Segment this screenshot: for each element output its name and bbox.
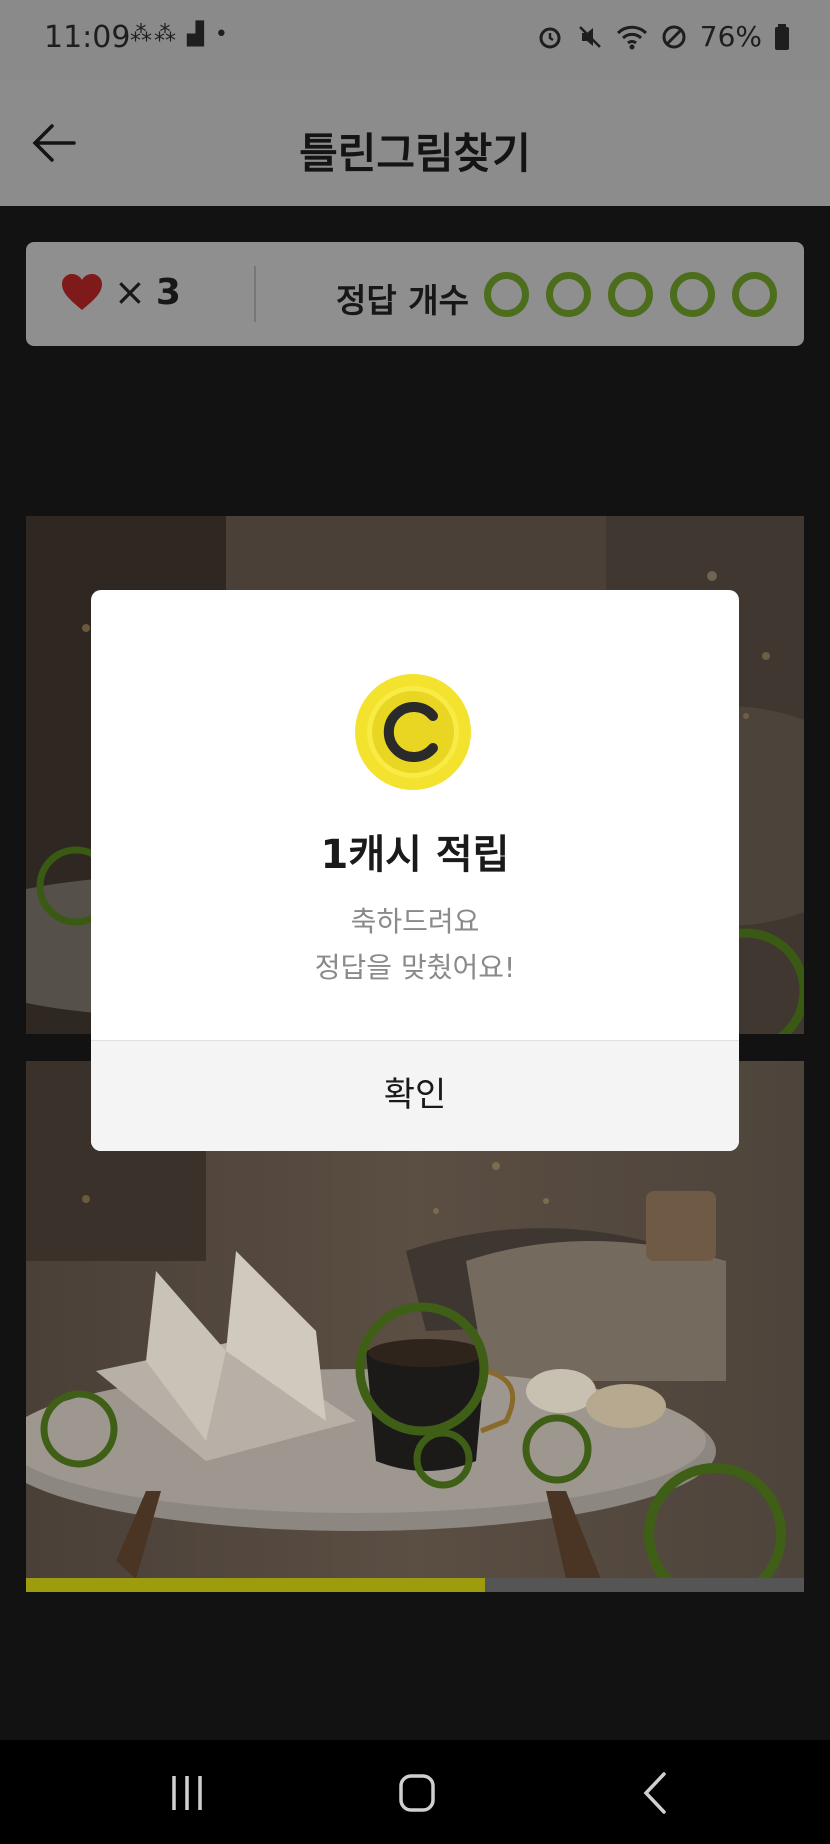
status-right: 76% bbox=[536, 20, 790, 53]
dialog-subtitle: 정답을 맞췄어요! bbox=[314, 951, 516, 984]
mute-icon bbox=[578, 25, 601, 48]
system-nav-bar bbox=[0, 1740, 830, 1844]
lives-multiplier: × bbox=[114, 270, 146, 314]
home-button[interactable] bbox=[392, 1770, 442, 1816]
alarm-icon bbox=[539, 27, 561, 48]
answer-indicator bbox=[546, 272, 591, 317]
reward-dialog: 1캐시 적립 축하드려요 정답을 맞췄어요! 확인 bbox=[91, 590, 739, 1151]
answer-indicator bbox=[484, 272, 529, 317]
home-icon bbox=[399, 1774, 435, 1812]
status-bar: 11:09 ⁂⁂ ▟ • 76% bbox=[0, 0, 830, 80]
page-title: 틀린그림찾기 bbox=[299, 129, 531, 178]
chevron-left-icon bbox=[643, 1772, 666, 1814]
battery-percent: 76% bbox=[699, 20, 762, 53]
recents-icon bbox=[172, 1776, 202, 1810]
battery-icon bbox=[775, 23, 789, 50]
cash-coin-icon bbox=[355, 674, 471, 790]
answer-indicators bbox=[484, 272, 777, 317]
game-status-bar: × 3 정답 개수 bbox=[26, 242, 804, 346]
dialog-title: 1캐시 적립 bbox=[320, 832, 510, 878]
answer-indicator bbox=[732, 272, 777, 317]
dialog-subtitle: 축하드려요 bbox=[350, 905, 480, 938]
back-nav-button[interactable] bbox=[630, 1770, 680, 1816]
answer-indicator bbox=[670, 272, 715, 317]
answers-label: 정답 개수 bbox=[336, 281, 469, 320]
notification-icons: ⁂⁂ ▟ • bbox=[130, 22, 230, 47]
blocked-icon bbox=[662, 25, 686, 48]
lives-count: 3 bbox=[155, 271, 181, 313]
divider bbox=[254, 266, 256, 322]
answer-indicator bbox=[608, 272, 653, 317]
time-progress-fill bbox=[26, 1578, 486, 1592]
recents-button[interactable] bbox=[162, 1770, 212, 1816]
heart-icon bbox=[62, 274, 102, 310]
time-progress-bar bbox=[26, 1578, 804, 1592]
wifi-icon bbox=[616, 25, 647, 49]
lives-counter: × 3 bbox=[60, 270, 181, 314]
confirm-button[interactable]: 확인 bbox=[91, 1040, 739, 1151]
status-time: 11:09 bbox=[44, 20, 131, 55]
app-header: 틀린그림찾기 bbox=[0, 80, 830, 206]
